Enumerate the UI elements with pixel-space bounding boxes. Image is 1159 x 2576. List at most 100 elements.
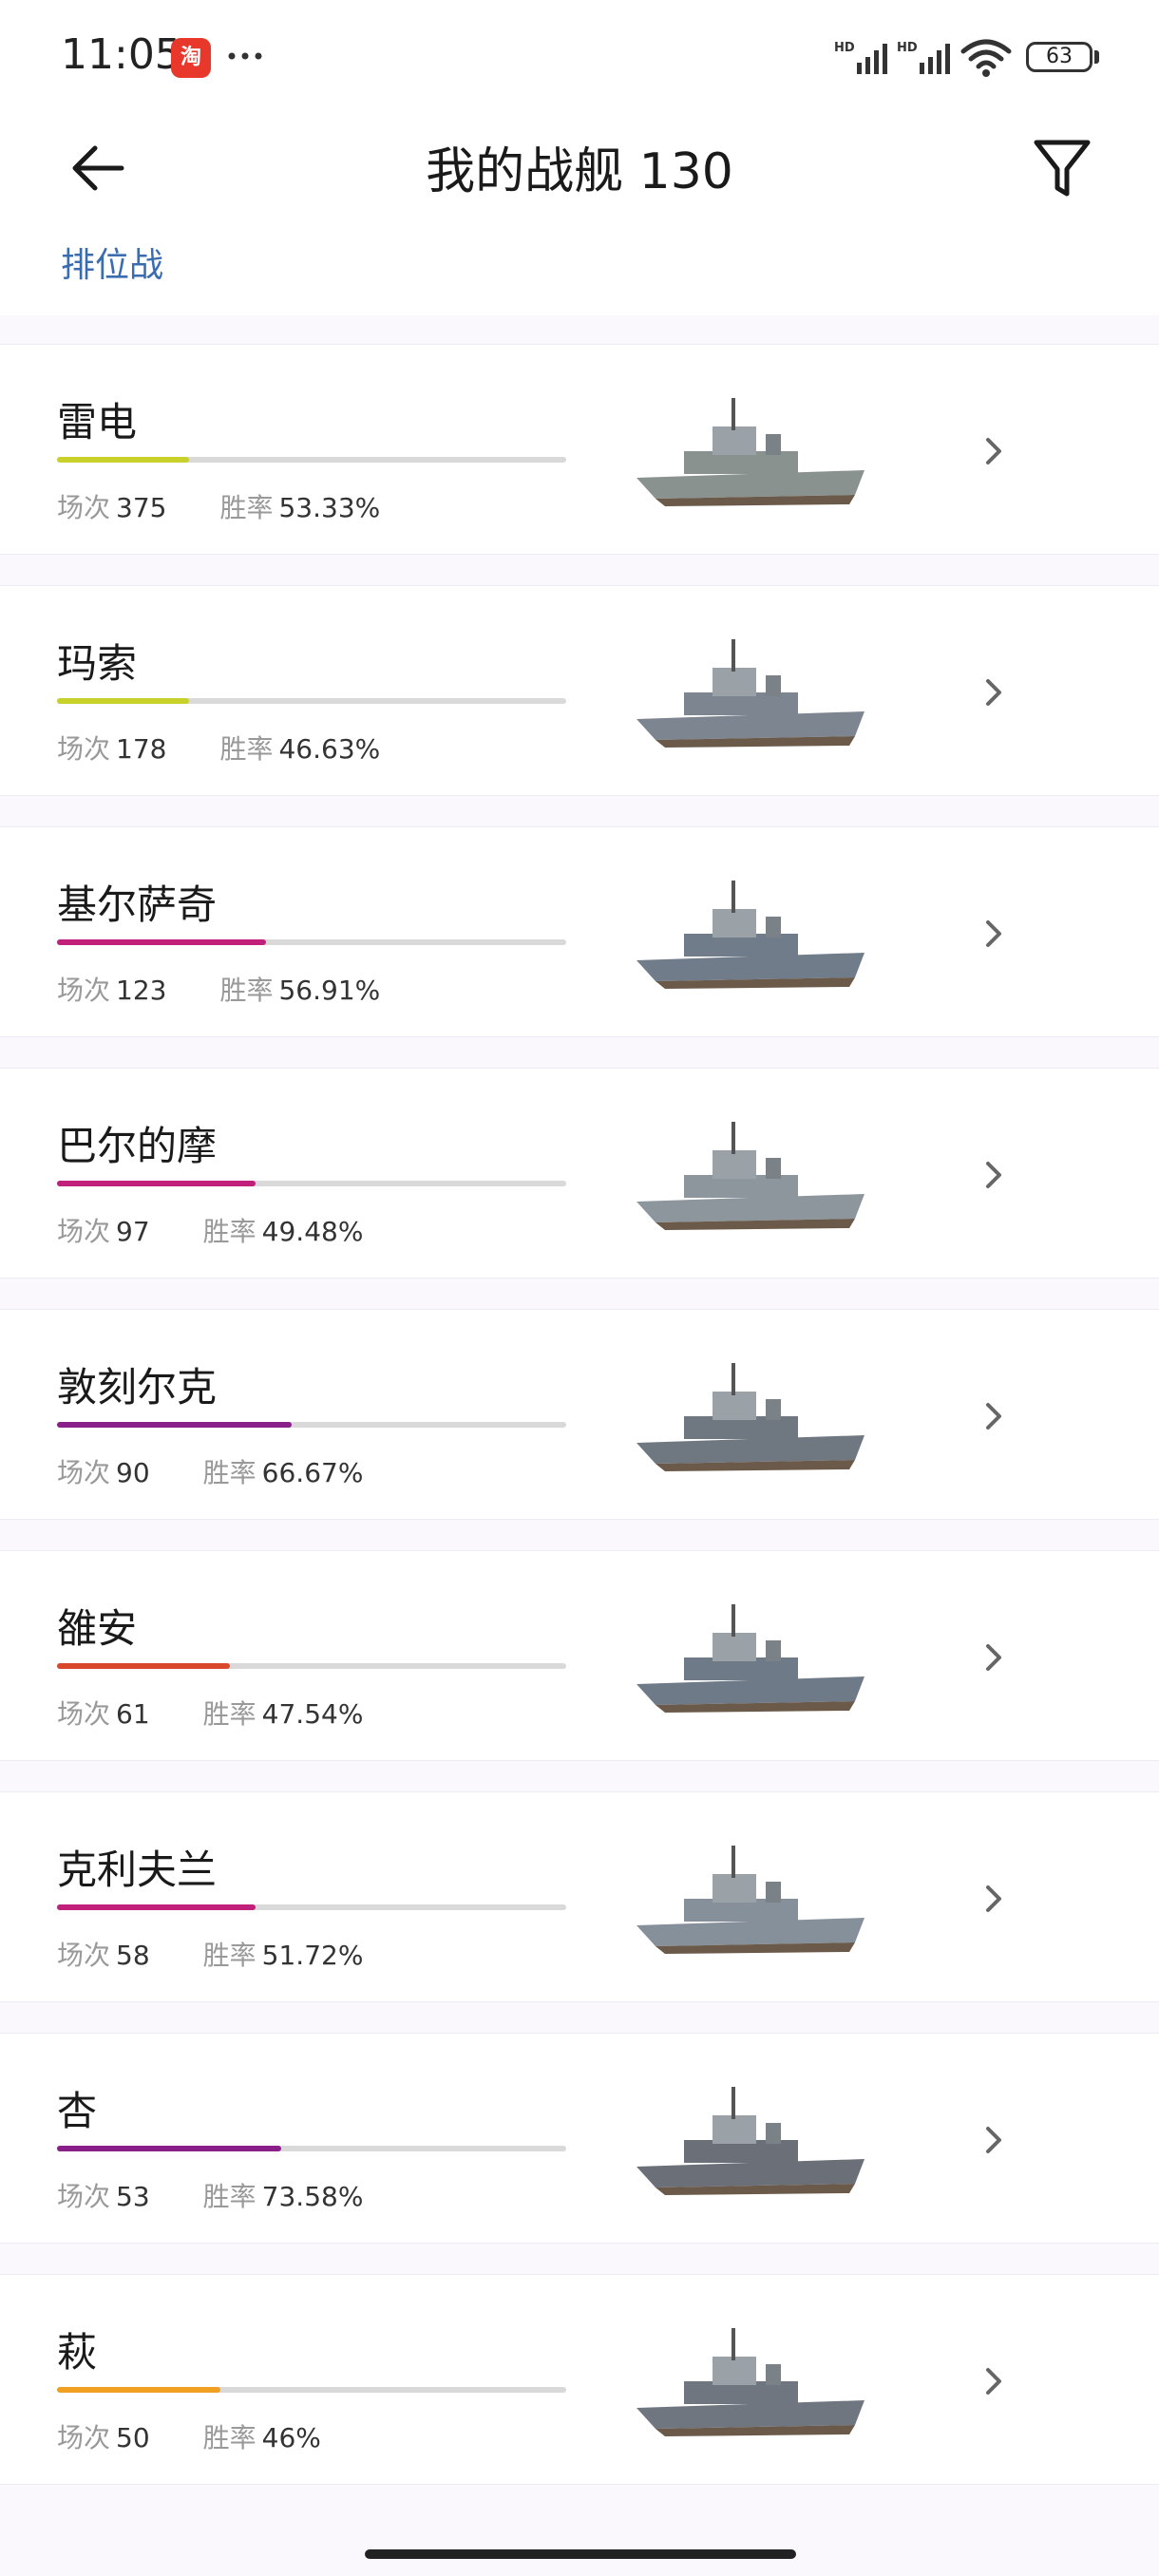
win-rate-value: 51.72% [261,1940,364,1971]
win-rate-value: 46.63% [278,733,381,765]
svg-text:HD: HD [897,41,918,55]
win-rate-label: 胜率 [202,2181,256,2212]
battles-value: 123 [116,975,167,1006]
ship-progress-track [57,1904,566,1910]
ship-progress-track [57,1422,566,1428]
ship-progress-fill [57,1181,256,1186]
battles-stat: 场次 90 [57,1457,150,1488]
ship-stats: 场次 61 胜率 47.54% [57,1694,363,1732]
taobao-app-icon: 淘 [171,38,211,78]
ship-card[interactable]: 克利夫兰场次 58 胜率 51.72% [0,1791,1159,2002]
ship-name: 敦刻尔克 [57,1364,218,1411]
battles-stat: 场次 61 [57,1698,150,1730]
battles-label: 场次 [57,1940,111,1971]
ship-progress-track [57,457,566,463]
chevron-right-icon[interactable] [980,432,1007,470]
battles-value: 375 [116,492,167,523]
ship-card[interactable]: 雷电场次 375 胜率 53.33% [0,344,1159,555]
battles-label: 场次 [57,1457,111,1488]
battles-label: 场次 [57,2422,111,2453]
win-rate-label: 胜率 [219,733,274,765]
ship-card[interactable]: 巴尔的摩场次 97 胜率 49.48% [0,1068,1159,1279]
battles-value: 178 [116,733,167,765]
win-rate-label: 胜率 [202,1698,256,1730]
chevron-right-icon[interactable] [980,1880,1007,1918]
status-bar: 11:05 淘 HD HD 63 [0,0,1159,114]
page-title: 我的战舰 130 [426,143,733,200]
win-rate-value: 49.48% [261,1216,364,1247]
win-rate-stat: 胜率 66.67% [203,1457,364,1488]
win-rate-stat: 胜率 46% [203,2422,321,2453]
ship-card[interactable]: 敦刻尔克场次 90 胜率 66.67% [0,1309,1159,1520]
home-indicator[interactable] [365,2549,796,2559]
battles-label: 场次 [57,975,111,1006]
win-rate-value: 46% [261,2422,321,2453]
battles-value: 58 [116,1940,150,1971]
ship-progress-fill [57,698,190,704]
ship-progress-fill [57,1663,231,1669]
chevron-right-icon[interactable] [980,2121,1007,2159]
win-rate-value: 47.54% [261,1698,364,1730]
chevron-right-icon[interactable] [980,673,1007,711]
ship-stats: 场次 97 胜率 49.48% [57,1211,363,1249]
battles-label: 场次 [57,1216,111,1247]
ship-image [636,881,864,989]
win-rate-stat: 胜率 46.63% [219,733,380,765]
win-rate-stat: 胜率 73.58% [203,2181,364,2212]
ship-stats: 场次 50 胜率 46% [57,2417,321,2455]
chevron-right-icon[interactable] [980,1638,1007,1676]
ship-image [636,2328,864,2436]
ship-progress-fill [57,2387,220,2393]
win-rate-stat: 胜率 49.48% [203,1216,364,1247]
chevron-right-icon[interactable] [980,1397,1007,1435]
win-rate-stat: 胜率 56.91% [219,975,380,1006]
ship-progress-track [57,2387,566,2393]
ship-stats: 场次 375 胜率 53.33% [57,487,380,525]
ship-name: 巴尔的摩 [57,1123,218,1169]
chevron-right-icon[interactable] [980,915,1007,953]
ship-card[interactable]: 玛索场次 178 胜率 46.63% [0,585,1159,796]
wifi-icon [960,39,1012,77]
ship-name: 雒安 [57,1605,138,1652]
ship-image [636,1122,864,1230]
battles-value: 61 [116,1698,150,1730]
battles-label: 场次 [57,492,111,523]
ship-progress-fill [57,1904,256,1910]
ship-image [636,1363,864,1471]
hd-signal-icon-2: HD [897,41,950,74]
page-header: 我的战舰 130 [0,114,1159,218]
hd-signal-icon: HD [834,41,887,74]
ship-card[interactable]: 基尔萨奇 场次 123 胜率 56.91% [0,826,1159,1037]
win-rate-label: 胜率 [202,1940,256,1971]
status-time: 11:05 [61,30,181,79]
svg-text:HD: HD [834,41,855,55]
battery-indicator: 63 [1026,42,1092,72]
ship-card[interactable]: 雒安场次 61 胜率 47.54% [0,1550,1159,1761]
ship-progress-fill [57,1422,292,1428]
win-rate-value: 53.33% [278,492,381,523]
battles-stat: 场次 178 [57,733,166,765]
chevron-right-icon[interactable] [980,2362,1007,2400]
ship-list: 雷电 场次 375 胜率 53.33% 玛索 场次 178 胜率 46.63% 基尔萨奇 场次 123 胜… [0,315,1159,2515]
win-rate-label: 胜率 [219,492,274,523]
win-rate-label: 胜率 [202,1457,256,1488]
win-rate-label: 胜率 [202,1216,256,1247]
ship-name: 玛索 [57,640,138,687]
chevron-right-icon[interactable] [980,1156,1007,1194]
ship-image [636,2087,864,2195]
win-rate-label: 胜率 [219,975,274,1006]
ship-name: 克利夫兰 [57,1847,218,1893]
ship-stats: 场次 178 胜率 46.63% [57,729,380,767]
win-rate-stat: 胜率 53.33% [219,492,380,523]
battles-label: 场次 [57,2181,111,2212]
win-rate-stat: 胜率 47.54% [203,1698,364,1730]
ship-card[interactable]: 萩场次 50 胜率 46% [0,2274,1159,2485]
ship-card[interactable]: 杏场次 53 胜率 73.58% [0,2033,1159,2244]
ship-name: 雷电 [57,399,138,445]
ship-stats: 场次 123 胜率 56.91% [57,970,380,1008]
tab-ranked-battle[interactable]: 排位战 [61,237,163,287]
ship-image [636,1604,864,1713]
ship-name: 萩 [57,2329,98,2376]
ship-progress-fill [57,457,190,463]
filter-icon[interactable] [1031,135,1093,201]
